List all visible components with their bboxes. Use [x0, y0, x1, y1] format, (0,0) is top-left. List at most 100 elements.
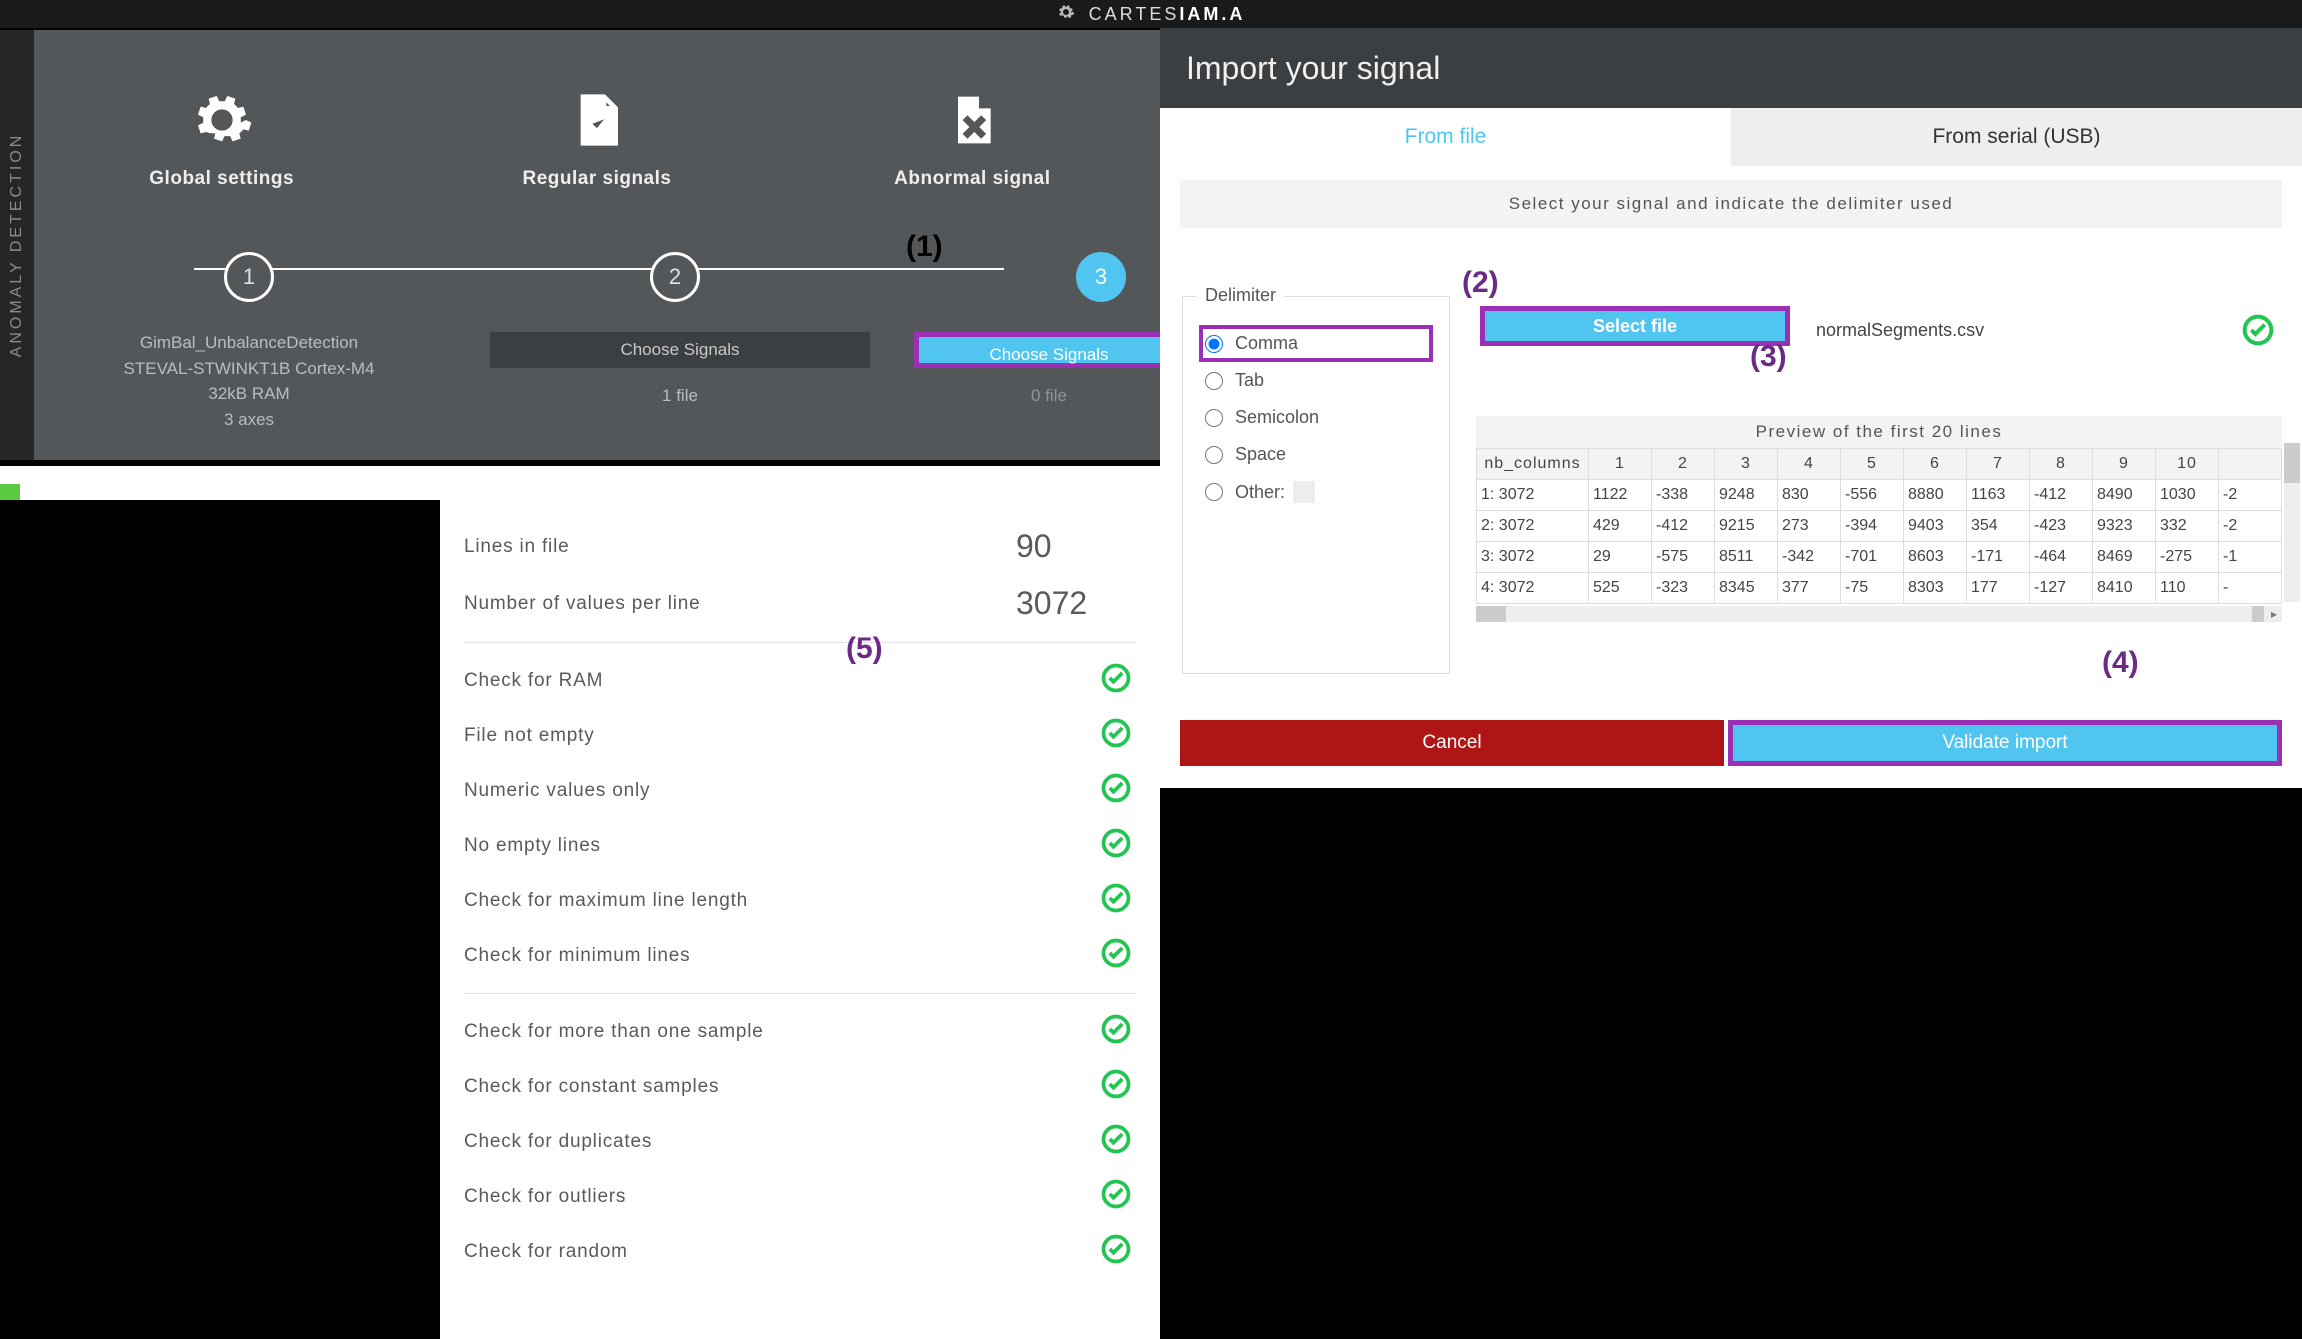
delimiter-comma[interactable]: Comma — [1199, 325, 1433, 362]
check-row: Check for maximum line length — [464, 873, 1136, 928]
preview-cell: 1: 3072 — [1477, 480, 1589, 511]
choose-abnormal-signals-button[interactable]: Choose Signals — [914, 332, 1184, 368]
annotation-4: (4) — [2102, 646, 2139, 680]
preview-header-cell: 9 — [2093, 449, 2156, 480]
check-ok-icon — [1096, 883, 1136, 918]
table-row: 3: 307229-5758511-342-7018603-171-464846… — [1477, 542, 2282, 573]
preview-cell: 8469 — [2093, 542, 2156, 573]
preview-cell: 4: 3072 — [1477, 573, 1589, 604]
delimiter-fieldset: Delimiter Comma Tab Semicolon Space Othe… — [1182, 296, 1450, 674]
annotation-5: (5) — [846, 632, 883, 666]
modal-tabs: From file From serial (USB) — [1160, 108, 2302, 166]
check-file-icon — [409, 80, 784, 160]
preview-cell: 9403 — [1904, 511, 1967, 542]
check-ok-icon — [1096, 773, 1136, 808]
preview-cell: 830 — [1778, 480, 1841, 511]
delimiter-semicolon[interactable]: Semicolon — [1199, 399, 1433, 436]
delimiter-other-radio[interactable] — [1205, 483, 1223, 501]
preview-cell: 332 — [2156, 511, 2219, 542]
preview-cell: 8410 — [2093, 573, 2156, 604]
preview-cell: -412 — [1652, 511, 1715, 542]
check-label: Numeric values only — [464, 780, 1096, 802]
check-row: Check for outliers — [464, 1169, 1136, 1224]
preview-cell: -323 — [1652, 573, 1715, 604]
cancel-button[interactable]: Cancel — [1180, 720, 1724, 766]
check-ok-icon — [1096, 1069, 1136, 1104]
values-per-line-label: Number of values per line — [464, 593, 1016, 615]
validate-import-button[interactable]: Validate import — [1728, 720, 2282, 766]
annotation-1: (1) — [906, 230, 943, 264]
annotation-3: (3) — [1750, 340, 1787, 374]
regular-file-count: 1 file — [490, 386, 870, 406]
delimiter-comma-radio[interactable] — [1205, 335, 1223, 353]
tab-from-serial[interactable]: From serial (USB) — [1731, 108, 2302, 166]
preview-cell: -423 — [2030, 511, 2093, 542]
vertical-scrollbar[interactable] — [2284, 443, 2300, 602]
check-label: Check for maximum line length — [464, 890, 1096, 912]
step-1-circle[interactable]: 1 — [224, 252, 274, 302]
project-settings-summary: GimBal_UnbalanceDetection STEVAL-STWINKT… — [84, 330, 414, 432]
preview-header-cell: 10 — [2156, 449, 2219, 480]
delimiter-other-input[interactable] — [1293, 481, 1315, 503]
preview-cell: -464 — [2030, 542, 2093, 573]
divider-strip — [0, 466, 1160, 500]
side-nav: ANOMALY DETECTION — [0, 30, 34, 460]
preview-header-cell: 2 — [1652, 449, 1715, 480]
check-row: Check for RAM — [464, 653, 1136, 708]
preview-cell: -2 — [2219, 480, 2282, 511]
check-ok-icon — [1096, 718, 1136, 753]
step-line — [194, 268, 1004, 270]
preview-cell: - — [2219, 573, 2282, 604]
preview-table: nb_columns123456789101: 30721122-3389248… — [1476, 448, 2282, 604]
delimiter-tab[interactable]: Tab — [1199, 362, 1433, 399]
preview-cell: -575 — [1652, 542, 1715, 573]
vscroll-thumb[interactable] — [2284, 443, 2300, 483]
delimiter-space-radio[interactable] — [1205, 446, 1223, 464]
check-row: Check for minimum lines — [464, 928, 1136, 983]
hint-text: Select your signal and indicate the deli… — [1180, 180, 2282, 228]
preview-title: Preview of the first 20 lines — [1476, 416, 2282, 448]
check-ok-icon — [1096, 828, 1136, 863]
check-row: Check for duplicates — [464, 1114, 1136, 1169]
horizontal-scrollbar[interactable]: ▸ — [1476, 606, 2282, 622]
preview-area: Preview of the first 20 lines nb_columns… — [1476, 416, 2282, 622]
check-label: Check for random — [464, 1241, 1096, 1263]
delimiter-tab-radio[interactable] — [1205, 372, 1223, 390]
hscroll-arrow[interactable]: ▸ — [2266, 606, 2282, 622]
preview-cell: 8880 — [1904, 480, 1967, 511]
choose-regular-signals-button[interactable]: Choose Signals — [490, 332, 870, 368]
check-ok-icon — [1096, 663, 1136, 698]
check-label: Check for outliers — [464, 1186, 1096, 1208]
wizard-header: Global settings Regular signals Abnormal… — [34, 30, 1160, 460]
hscroll-thumb-left[interactable] — [1476, 606, 1506, 622]
table-row: 1: 30721122-3389248830-55688801163-41284… — [1477, 480, 2282, 511]
preview-cell: 1163 — [1967, 480, 2030, 511]
preview-cell: 9323 — [2093, 511, 2156, 542]
step-2-circle[interactable]: 2 — [650, 252, 700, 302]
hscroll-thumb-right[interactable] — [2252, 606, 2264, 622]
check-label: No empty lines — [464, 835, 1096, 857]
preview-cell: 377 — [1778, 573, 1841, 604]
check-ok-icon — [1096, 1124, 1136, 1159]
step-3-circle[interactable]: 3 — [1076, 252, 1126, 302]
tab-from-file[interactable]: From file — [1160, 108, 1731, 166]
delimiter-other[interactable]: Other: — [1199, 473, 1433, 511]
check-ok-icon — [1096, 1014, 1136, 1049]
table-row: 4: 3072525-3238345377-758303177-12784101… — [1477, 573, 2282, 604]
check-ok-icon — [1096, 1179, 1136, 1214]
delimiter-legend: Delimiter — [1197, 285, 1284, 306]
preview-cell: 525 — [1589, 573, 1652, 604]
preview-cell: 273 — [1778, 511, 1841, 542]
preview-cell: 29 — [1589, 542, 1652, 573]
preview-cell: 8345 — [1715, 573, 1778, 604]
check-row: Numeric values only — [464, 763, 1136, 818]
preview-cell: 1030 — [2156, 480, 2219, 511]
delimiter-semicolon-radio[interactable] — [1205, 409, 1223, 427]
delimiter-space[interactable]: Space — [1199, 436, 1433, 473]
preview-cell: 110 — [2156, 573, 2219, 604]
check-label: Check for duplicates — [464, 1131, 1096, 1153]
preview-cell: -2 — [2219, 511, 2282, 542]
select-file-button[interactable]: Select file — [1480, 306, 1790, 346]
brand-text-bold: IAM.A — [1179, 4, 1245, 24]
preview-cell: 1122 — [1589, 480, 1652, 511]
